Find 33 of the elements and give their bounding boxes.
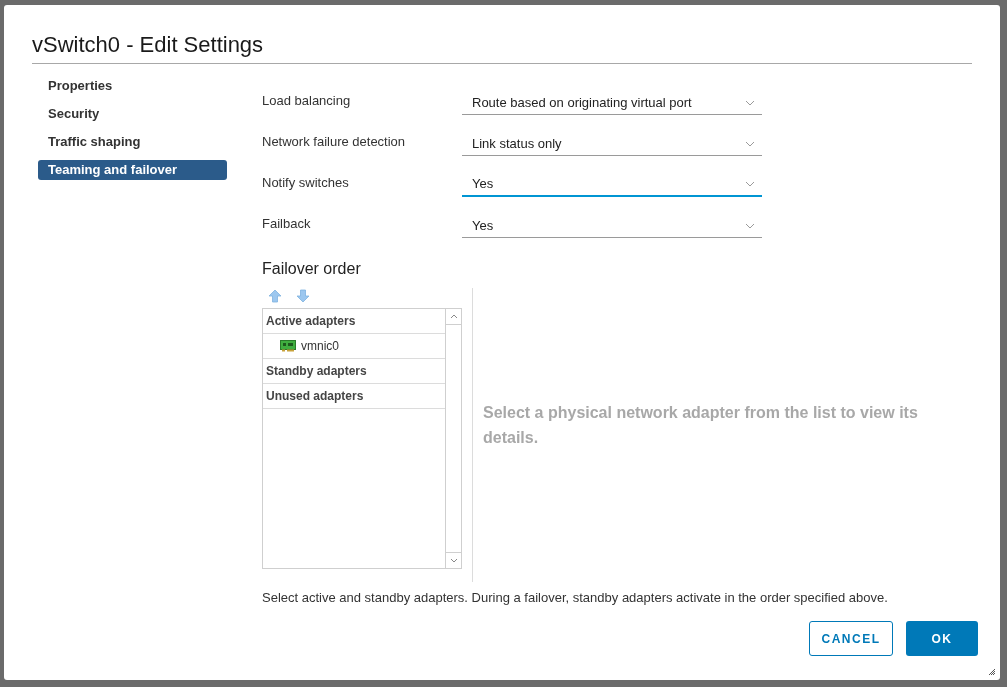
- up-arrow-icon[interactable]: [268, 289, 282, 303]
- chevron-down-icon: [745, 222, 755, 229]
- chevron-down-icon: [745, 140, 755, 147]
- down-arrow-icon[interactable]: [296, 289, 310, 303]
- scrollbar[interactable]: [445, 309, 461, 568]
- caret-up-icon: [449, 314, 458, 319]
- adapter-group-header: Active adapters: [263, 309, 445, 334]
- cancel-button[interactable]: CANCEL: [809, 621, 893, 656]
- caret-down-icon: [449, 558, 458, 563]
- adapter-group-header: Unused adapters: [263, 384, 445, 409]
- field-label: Network failure detection: [262, 132, 407, 151]
- sidebar-item[interactable]: Security: [38, 104, 227, 124]
- resize-grip-icon[interactable]: [988, 668, 996, 676]
- sidebar-item[interactable]: Traffic shaping: [38, 132, 227, 152]
- details-placeholder-text: Select a physical network adapter from the list to view its details.: [483, 403, 919, 448]
- network-card-icon: [280, 340, 296, 352]
- dropdown[interactable]: Link status only: [462, 132, 762, 156]
- field-label: Failback: [262, 214, 312, 233]
- dropdown[interactable]: Yes: [462, 214, 762, 238]
- chevron-down-icon: [745, 181, 755, 187]
- dropdown[interactable]: Route based on originating virtual port: [462, 91, 762, 115]
- adapter-row[interactable]: vmnic0: [263, 334, 445, 359]
- sidebar-item[interactable]: Properties: [38, 76, 227, 96]
- dropdown[interactable]: Yes: [462, 173, 762, 197]
- section-title: Failover order: [262, 259, 362, 279]
- chevron-down-icon: [745, 99, 755, 106]
- adapter-group-header: Standby adapters: [263, 359, 445, 384]
- field-label: Load balancing: [262, 91, 352, 110]
- dialog-title: vSwitch0 - Edit Settings: [32, 31, 972, 64]
- help-text: Select active and standby adapters. During a failover, standby adapters activate in the order specified above.: [262, 589, 889, 607]
- ok-button[interactable]: OK: [906, 621, 978, 656]
- sidebar-item[interactable]: Teaming and failover: [38, 160, 227, 180]
- field-label: Notify switches: [262, 173, 350, 192]
